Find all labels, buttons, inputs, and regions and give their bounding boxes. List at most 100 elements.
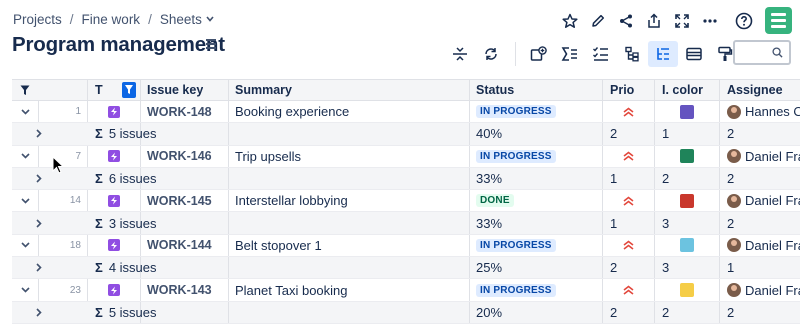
breadcrumb-fine-work[interactable]: Fine work bbox=[82, 12, 141, 27]
assignee-cell[interactable]: Daniel Fra bbox=[727, 235, 800, 256]
collapse-rows-icon[interactable] bbox=[445, 41, 475, 67]
table-row[interactable]: 23 WORK-143 Planet Taxi booking IN PROGRESS… bbox=[12, 279, 800, 302]
table-row[interactable]: 14 WORK-145 Interstellar lobbying DONE Danie… bbox=[12, 190, 800, 213]
chevron-down-icon[interactable] bbox=[206, 14, 214, 25]
issue-key[interactable]: WORK-146 bbox=[147, 146, 212, 167]
fullscreen-icon[interactable] bbox=[668, 9, 696, 33]
issue-color-cell[interactable] bbox=[680, 146, 694, 167]
expand-row-toggle[interactable] bbox=[12, 101, 38, 122]
breadcrumb-sheets[interactable]: Sheets bbox=[160, 12, 202, 27]
issue-key[interactable]: WORK-145 bbox=[147, 190, 212, 211]
expand-row-toggle[interactable] bbox=[12, 146, 38, 167]
avatar bbox=[727, 283, 741, 298]
expand-subrow-toggle[interactable] bbox=[26, 123, 52, 144]
column-issue-key[interactable]: Issue key bbox=[147, 80, 203, 100]
column-status[interactable]: Status bbox=[476, 80, 514, 100]
status-progress: 40% bbox=[476, 126, 503, 142]
assignee-cell[interactable]: Hannes O bbox=[727, 101, 800, 122]
assignee-cell[interactable]: Daniel Fra bbox=[727, 190, 800, 211]
assignee-cell[interactable]: Daniel Fra bbox=[727, 146, 800, 167]
assignee-aggregate: 1 bbox=[727, 260, 735, 276]
issue-color-cell[interactable] bbox=[680, 190, 694, 211]
star-icon[interactable] bbox=[556, 9, 584, 33]
issue-key[interactable]: WORK-143 bbox=[147, 279, 212, 300]
breadcrumb-separator: / bbox=[69, 12, 74, 27]
export-icon[interactable] bbox=[640, 9, 668, 33]
sigma-icon: Σ bbox=[95, 304, 103, 320]
summary-row[interactable]: Σ 5 issues 40% 2 1 2 bbox=[12, 123, 800, 146]
group-count: Σ 5 issues bbox=[95, 123, 157, 144]
table-row[interactable]: 7 WORK-146 Trip upsells IN PROGRESS Daniel F… bbox=[12, 145, 800, 168]
color-swatch bbox=[680, 238, 694, 253]
breadcrumb-projects[interactable]: Projects bbox=[13, 12, 62, 27]
expand-subrow-toggle[interactable] bbox=[26, 302, 52, 323]
add-view-icon[interactable] bbox=[524, 41, 554, 67]
status-cell[interactable]: IN PROGRESS bbox=[476, 279, 556, 300]
expand-row-toggle[interactable] bbox=[12, 190, 38, 211]
issue-key[interactable]: WORK-144 bbox=[147, 235, 212, 256]
chevron-down-icon bbox=[20, 198, 30, 204]
summary-row[interactable]: Σ 6 issues 33% 1 2 2 bbox=[12, 167, 800, 191]
prio-aggregate: 2 bbox=[610, 126, 618, 142]
column-filter-button[interactable] bbox=[122, 80, 136, 100]
avatar bbox=[727, 238, 741, 253]
sum-icon[interactable] bbox=[555, 41, 585, 67]
help-icon[interactable] bbox=[730, 9, 758, 33]
expand-row-toggle[interactable] bbox=[12, 279, 38, 300]
issue-color-cell[interactable] bbox=[680, 101, 694, 122]
expand-row-toggle[interactable] bbox=[12, 235, 38, 256]
assignee-name: Daniel Fra bbox=[745, 282, 800, 298]
column-issue-color[interactable]: I. color bbox=[662, 80, 703, 100]
row-height-icon[interactable] bbox=[679, 41, 709, 67]
expand-subrow-toggle[interactable] bbox=[26, 168, 52, 189]
issue-summary[interactable]: Belt stopover 1 bbox=[235, 235, 322, 256]
search-input[interactable] bbox=[733, 40, 791, 65]
column-assignee[interactable]: Assignee bbox=[727, 80, 783, 100]
chevron-down-icon bbox=[20, 109, 30, 115]
priority-cell bbox=[623, 279, 634, 300]
share-icon[interactable] bbox=[612, 9, 640, 33]
app-logo[interactable] bbox=[765, 7, 792, 34]
issue-summary[interactable]: Interstellar lobbying bbox=[235, 190, 348, 211]
avatar bbox=[727, 193, 741, 208]
checklist-icon[interactable] bbox=[586, 41, 616, 67]
epic-icon bbox=[108, 194, 120, 207]
summary-row[interactable]: Σ 3 issues 33% 1 3 2 bbox=[12, 212, 800, 235]
issue-color-aggregate: 3 bbox=[662, 215, 670, 231]
issue-color-cell[interactable] bbox=[680, 235, 694, 256]
search-icon bbox=[772, 47, 783, 58]
assignee-cell[interactable]: Daniel Fra bbox=[727, 279, 800, 300]
status-cell[interactable]: DONE bbox=[476, 190, 514, 211]
summary-row[interactable]: Σ 4 issues 25% 2 3 1 bbox=[12, 257, 800, 280]
priority-highest-icon bbox=[623, 285, 634, 295]
expand-subrow-toggle[interactable] bbox=[26, 212, 52, 233]
column-type[interactable]: T bbox=[95, 80, 103, 100]
prio-aggregate: 1 bbox=[610, 171, 618, 187]
row-number: 1 bbox=[75, 106, 81, 118]
status-progress: 20% bbox=[476, 304, 503, 320]
issue-color-aggregate: 2 bbox=[662, 171, 670, 187]
status-cell[interactable]: IN PROGRESS bbox=[476, 235, 556, 256]
column-prio[interactable]: Prio bbox=[610, 80, 634, 100]
issue-summary[interactable]: Trip upsells bbox=[235, 146, 301, 167]
issue-color-cell[interactable] bbox=[680, 279, 694, 300]
status-cell[interactable]: IN PROGRESS bbox=[476, 101, 556, 122]
issue-summary[interactable]: Planet Taxi booking bbox=[235, 279, 348, 300]
table-row[interactable]: 1 WORK-148 Booking experience IN PROGRESS Ha… bbox=[12, 101, 800, 124]
table-row[interactable]: 18 WORK-144 Belt stopover 1 IN PROGRESS Dani… bbox=[12, 234, 800, 258]
issue-key[interactable]: WORK-148 bbox=[147, 101, 212, 122]
edit-icon[interactable] bbox=[584, 9, 612, 33]
summary-row[interactable]: Σ 5 issues 20% 2 2 2 bbox=[12, 301, 800, 324]
filter-icon[interactable] bbox=[12, 80, 38, 100]
refresh-icon[interactable] bbox=[476, 41, 506, 67]
more-icon[interactable] bbox=[696, 9, 724, 33]
tree-icon[interactable] bbox=[648, 41, 678, 67]
hierarchy-icon[interactable] bbox=[617, 41, 647, 67]
status-cell[interactable]: IN PROGRESS bbox=[476, 146, 556, 167]
chevron-right-icon bbox=[36, 129, 42, 139]
group-count-label: 3 issues bbox=[108, 215, 157, 231]
issue-summary[interactable]: Booking experience bbox=[235, 101, 349, 122]
column-summary[interactable]: Summary bbox=[235, 80, 292, 100]
expand-subrow-toggle[interactable] bbox=[26, 257, 52, 278]
title-menu-icon[interactable] bbox=[206, 39, 216, 51]
